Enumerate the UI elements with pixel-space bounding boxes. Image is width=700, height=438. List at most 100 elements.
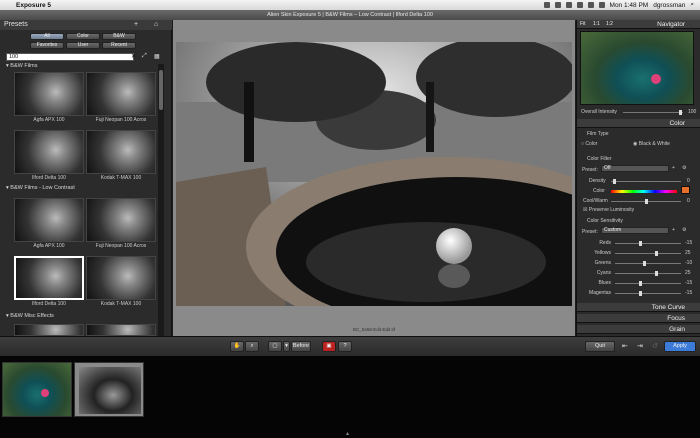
filmstrip-thumb-selected[interactable] bbox=[74, 362, 144, 417]
focus-header[interactable]: Focus bbox=[577, 314, 700, 323]
view-dropdown-icon[interactable]: ▾ bbox=[283, 341, 290, 352]
cool-warm-value[interactable]: 0 bbox=[687, 198, 690, 204]
slider-knob[interactable] bbox=[643, 261, 646, 266]
sensitivity-cyans-slider[interactable] bbox=[615, 271, 681, 276]
sensitivity-greens-value[interactable]: -10 bbox=[685, 260, 692, 266]
cool-warm-slider[interactable] bbox=[611, 199, 681, 204]
user-menu[interactable]: dgrossman bbox=[653, 2, 685, 9]
slider-knob[interactable] bbox=[639, 241, 642, 246]
sensitivity-menu-icon[interactable]: ⚙ bbox=[682, 227, 686, 233]
preset-thumb[interactable] bbox=[86, 72, 156, 116]
apply-button[interactable]: Apply bbox=[664, 341, 696, 352]
status-icon[interactable] bbox=[543, 2, 550, 8]
sensitivity-blues-value[interactable]: -15 bbox=[685, 280, 692, 286]
spotlight-icon[interactable]: ⌕ bbox=[690, 1, 694, 9]
expand-icon[interactable]: ⤢ bbox=[142, 53, 147, 60]
split-view-icon[interactable]: ▢ bbox=[268, 341, 282, 352]
hue-slider[interactable] bbox=[611, 190, 677, 193]
sensitivity-reds-slider[interactable] bbox=[615, 241, 681, 246]
navigator-header[interactable]: Fit 1:1 1:2 Navigator bbox=[577, 20, 700, 29]
sensitivity-greens-slider[interactable] bbox=[615, 261, 681, 266]
clock[interactable]: Mon 1:48 PM bbox=[610, 2, 649, 9]
next-image-icon[interactable]: ⇥ bbox=[637, 342, 643, 350]
preset-search-input[interactable]: 100 bbox=[6, 53, 134, 61]
presets-scrollbar[interactable] bbox=[158, 64, 164, 350]
overall-intensity-slider[interactable] bbox=[623, 110, 683, 115]
film-type-bw-radio[interactable]: ◉ Black & White bbox=[633, 141, 670, 147]
color-filter-preset-select[interactable]: Off bbox=[601, 165, 669, 172]
film-type-color-radio[interactable]: ○ Color bbox=[581, 141, 597, 147]
clear-search-icon[interactable]: ✕ bbox=[131, 53, 136, 60]
scrollbar-thumb[interactable] bbox=[159, 70, 163, 110]
preset-thumb[interactable] bbox=[14, 72, 84, 116]
filmstrip-thumb-color[interactable] bbox=[2, 362, 72, 417]
volume-icon[interactable] bbox=[587, 2, 594, 8]
tab-recent[interactable]: Recent bbox=[102, 42, 136, 49]
slider-knob[interactable] bbox=[655, 271, 658, 276]
sensitivity-yellows-slider[interactable] bbox=[615, 251, 681, 256]
preserve-luminosity-checkbox[interactable]: ☒ Preserve Luminosity bbox=[583, 207, 634, 213]
preset-thumb[interactable] bbox=[86, 198, 156, 242]
slider-knob[interactable] bbox=[655, 251, 658, 256]
grid-view-icon[interactable]: ▦ bbox=[154, 53, 160, 60]
slider-knob[interactable] bbox=[679, 110, 682, 115]
density-slider[interactable] bbox=[611, 179, 681, 184]
battery-icon[interactable] bbox=[598, 2, 605, 8]
tab-color[interactable]: Color bbox=[66, 33, 100, 40]
preset-thumb[interactable] bbox=[86, 256, 156, 300]
zoom-fit[interactable]: Fit bbox=[580, 20, 586, 29]
preset-thumb[interactable] bbox=[86, 130, 156, 174]
slider-knob[interactable] bbox=[613, 179, 616, 184]
section-bw-films[interactable]: ▾ B&W Films bbox=[2, 62, 158, 70]
overall-intensity-value[interactable]: 100 bbox=[688, 109, 696, 115]
slider-knob[interactable] bbox=[639, 281, 642, 286]
tab-bw[interactable]: B&W bbox=[102, 33, 136, 40]
main-photo[interactable] bbox=[176, 42, 572, 306]
color-panel-header[interactable]: Color bbox=[577, 119, 700, 128]
zoom-tool-icon[interactable]: ⌕ bbox=[245, 341, 259, 352]
navigator-thumbnail[interactable] bbox=[580, 31, 694, 105]
section-bw-films-low-contrast[interactable]: ▾ B&W Films - Low Contrast bbox=[2, 184, 158, 192]
quit-button[interactable]: Quit bbox=[585, 341, 615, 352]
preset-thumb-selected[interactable] bbox=[14, 256, 84, 300]
filter-color-swatch[interactable] bbox=[681, 186, 690, 194]
sensitivity-yellows-value[interactable]: 25 bbox=[685, 250, 691, 256]
sensitivity-blues-slider[interactable] bbox=[615, 281, 681, 286]
preset-thumb[interactable] bbox=[14, 324, 84, 336]
wifi-icon[interactable] bbox=[576, 2, 583, 8]
previous-image-icon[interactable]: ⇤ bbox=[622, 342, 628, 350]
preset-thumb[interactable] bbox=[14, 130, 84, 174]
app-menu[interactable]: Exposure 5 bbox=[16, 2, 51, 9]
sensitivity-reds-value[interactable]: -15 bbox=[685, 240, 692, 246]
grain-header[interactable]: Grain bbox=[577, 325, 700, 334]
sensitivity-magentas-value[interactable]: -15 bbox=[685, 290, 692, 296]
slider-knob[interactable] bbox=[645, 199, 648, 204]
slider-knob[interactable] bbox=[639, 291, 642, 296]
tab-user[interactable]: User bbox=[66, 42, 100, 49]
dropbox-icon[interactable] bbox=[554, 2, 561, 8]
info-badge-icon[interactable]: ▣ bbox=[322, 341, 336, 352]
section-bw-misc-effects[interactable]: ▾ B&W Misc Effects bbox=[2, 312, 158, 320]
zoom-1-1[interactable]: 1:1 bbox=[593, 20, 600, 29]
add-preset-icon[interactable]: + bbox=[672, 165, 675, 171]
sensitivity-cyans-value[interactable]: 25 bbox=[685, 270, 691, 276]
tab-favorites[interactable]: Favorites bbox=[30, 42, 64, 49]
density-value[interactable]: 0 bbox=[687, 178, 690, 184]
preset-thumb[interactable] bbox=[86, 324, 156, 336]
bluetooth-icon[interactable] bbox=[565, 2, 572, 8]
home-icon[interactable]: ⌂ bbox=[154, 20, 158, 30]
help-icon[interactable]: ? bbox=[338, 341, 352, 352]
sensitivity-preset-select[interactable]: Custom bbox=[601, 227, 669, 234]
zoom-1-2[interactable]: 1:2 bbox=[606, 20, 613, 29]
before-button[interactable]: Before bbox=[291, 341, 311, 352]
hand-tool-icon[interactable]: ✋ bbox=[230, 341, 244, 352]
sensitivity-magentas-slider[interactable] bbox=[615, 291, 681, 296]
add-preset-icon[interactable]: + bbox=[134, 20, 138, 30]
reset-icon[interactable]: ↺ bbox=[652, 342, 658, 350]
tone-curve-header[interactable]: Tone Curve bbox=[577, 303, 700, 312]
tab-all[interactable]: All bbox=[30, 33, 64, 40]
add-preset-icon[interactable]: + bbox=[672, 227, 675, 233]
filter-menu-icon[interactable]: ⚙ bbox=[682, 165, 686, 171]
preset-thumb[interactable] bbox=[14, 198, 84, 242]
filmstrip-toggle-icon[interactable]: ▴ bbox=[346, 430, 349, 437]
